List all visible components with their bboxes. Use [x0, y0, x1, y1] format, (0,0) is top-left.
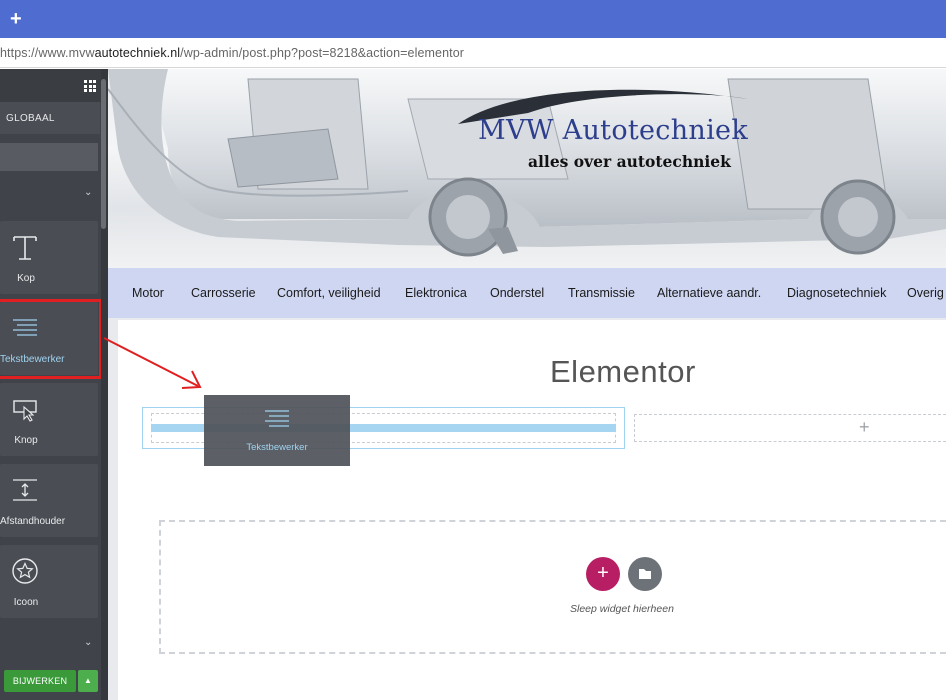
widget-search-input[interactable] — [0, 143, 98, 171]
star-icon — [0, 557, 50, 585]
page-title: Elementor — [550, 354, 696, 389]
site-navigation: Motor Carrosserie Comfort, veiligheid El… — [108, 268, 946, 318]
update-options-button[interactable]: ▲ — [78, 670, 98, 692]
drop-hint-text: Sleep widget hierheen — [570, 603, 674, 615]
elementor-panel: GLOBAAL ⌄ Kop Tekstbewerker Knop Afstand… — [0, 69, 108, 700]
add-template-button[interactable] — [628, 557, 662, 591]
url-text[interactable]: https://www.mvwautotechniek.nl/wp-admin/… — [0, 46, 464, 60]
new-tab-button[interactable]: + — [10, 9, 26, 29]
widget-label: Icoon — [13, 597, 39, 608]
empty-section-dropzone[interactable] — [159, 520, 946, 654]
nav-item-overig[interactable]: Overig — [907, 286, 944, 300]
screen: + https://www.mvwautotechniek.nl/wp-admi… — [0, 0, 946, 700]
category-header-2[interactable]: ⌄ — [0, 629, 100, 659]
chevron-down-icon: ⌄ — [84, 637, 93, 648]
highlight-box — [0, 299, 102, 379]
site-header: MVW Autotechniek alles over autotechniek — [108, 69, 946, 268]
widget-label: Kop — [17, 273, 35, 284]
chevron-down-icon: ⌄ — [84, 187, 93, 198]
widgets-grid-icon[interactable] — [84, 80, 96, 92]
car-illustration — [108, 69, 946, 257]
add-widget-plus-icon[interactable]: + — [859, 417, 870, 438]
nav-item-diagnosetechniek[interactable]: Diagnosetechniek — [787, 286, 886, 300]
text-editor-icon — [264, 409, 290, 429]
update-button[interactable]: BIJWERKEN — [4, 670, 76, 692]
widget-label: Afstandhouder — [0, 516, 66, 527]
button-icon — [0, 395, 50, 423]
url-prefix: https://www.mvw — [0, 46, 95, 60]
site-logo-subtitle: alles over autotechniek — [528, 152, 731, 171]
widget-button[interactable]: Knop — [0, 383, 98, 456]
add-section-button[interactable]: + — [586, 557, 620, 591]
nav-item-comfort[interactable]: Comfort, veiligheid — [277, 286, 381, 300]
nav-item-elektronica[interactable]: Elektronica — [405, 286, 467, 300]
nav-item-onderstel[interactable]: Onderstel — [490, 286, 544, 300]
nav-item-transmissie[interactable]: Transmissie — [568, 286, 635, 300]
category-header[interactable]: ⌄ — [0, 177, 100, 207]
panel-scroll-thumb[interactable] — [101, 79, 106, 229]
nav-item-carrosserie[interactable]: Carrosserie — [191, 286, 256, 300]
nav-item-alternatieve[interactable]: Alternatieve aandr. — [657, 286, 761, 300]
column-right[interactable] — [634, 414, 946, 442]
dragged-widget-label: Tekstbewerker — [246, 442, 308, 453]
url-path: /wp-admin/post.php?post=8218&action=elem… — [180, 46, 465, 60]
site-logo-title[interactable]: MVW Autotechniek — [478, 115, 748, 146]
panel-header — [0, 69, 108, 102]
dragged-widget[interactable]: Tekstbewerker — [204, 395, 350, 466]
spacer-icon — [0, 476, 50, 504]
address-bar[interactable]: https://www.mvwautotechniek.nl/wp-admin/… — [0, 38, 946, 68]
widget-icon[interactable]: Icoon — [0, 545, 98, 618]
heading-icon — [0, 233, 50, 261]
tab-global[interactable]: GLOBAAL — [0, 102, 100, 134]
widget-spacer[interactable]: Afstandhouder — [0, 464, 98, 537]
widget-label: Knop — [14, 435, 38, 446]
folder-icon — [639, 569, 651, 579]
nav-item-motor[interactable]: Motor — [132, 286, 164, 300]
browser-tab-bar: + — [0, 0, 946, 38]
url-domain: autotechniek.nl — [94, 46, 181, 60]
widget-heading[interactable]: Kop — [0, 221, 98, 294]
annotation-arrow — [103, 337, 202, 389]
